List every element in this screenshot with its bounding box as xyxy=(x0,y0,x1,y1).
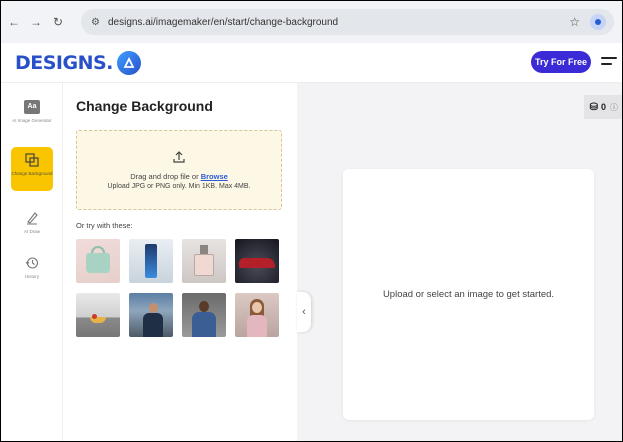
collapse-panel-button[interactable]: ‹ xyxy=(297,292,311,332)
history-icon xyxy=(24,255,40,271)
back-icon[interactable]: ← xyxy=(5,13,23,31)
sidebar-item-history[interactable]: History xyxy=(11,255,53,279)
sample-thumb-perfume[interactable] xyxy=(182,239,226,283)
logo-ai-badge-icon xyxy=(116,51,141,75)
designs-ai-logo[interactable]: DESIGNS. xyxy=(15,51,141,75)
tool-panel: Change Background Drag and drop file or … xyxy=(63,83,297,441)
menu-icon[interactable] xyxy=(601,57,617,69)
dropzone-text: Drag and drop file or xyxy=(130,172,199,181)
sidebar-item-label: History xyxy=(24,274,39,279)
upload-dropzone[interactable]: Drag and drop file or Browse Upload JPG … xyxy=(76,130,282,210)
sample-thumb-man-mountains[interactable] xyxy=(129,293,173,337)
sidebar-item-change-background[interactable]: Change Background xyxy=(11,147,53,191)
sidebar-item-ai-draw[interactable]: AI Draw xyxy=(11,210,53,234)
sample-thumb-smartphone[interactable] xyxy=(129,239,173,283)
browse-link[interactable]: Browse xyxy=(201,172,228,181)
chevron-left-icon: ‹ xyxy=(302,306,306,318)
sidebar-item-label: AI Image Generator xyxy=(12,118,52,123)
aa-icon: Aa xyxy=(24,99,40,115)
reload-icon[interactable]: ↻ xyxy=(49,13,67,31)
address-bar[interactable]: ⚙ designs.ai/imagemaker/en/start/change-… xyxy=(81,9,614,35)
images-icon xyxy=(24,152,40,168)
pen-icon xyxy=(24,210,40,226)
sample-thumb-woman-street[interactable] xyxy=(235,293,279,337)
database-icon: ⛁ xyxy=(589,101,598,113)
sidebar-item-label: AI Draw xyxy=(23,229,40,234)
canvas-area: ⛁ 0 ⓘ Upload or select an image to get s… xyxy=(297,83,622,441)
sidebar-item-ai-image-generator[interactable]: Aa AI Image Generator xyxy=(11,99,53,123)
samples-label: Or try with these: xyxy=(76,221,133,230)
credits-value: 0 xyxy=(600,102,606,112)
site-settings-icon[interactable]: ⚙ xyxy=(91,17,100,28)
sample-thumb-handbag[interactable] xyxy=(76,239,120,283)
upload-placeholder-card: Upload or select an image to get started… xyxy=(343,169,594,420)
sidebar: Aa AI Image Generator Change Background … xyxy=(1,83,63,441)
sidebar-item-label: Change Background xyxy=(11,171,53,176)
upload-icon xyxy=(172,150,186,167)
site-header: DESIGNS. Try For Free xyxy=(1,43,622,83)
page-title: Change Background xyxy=(76,98,213,114)
bookmark-star-icon[interactable]: ☆ xyxy=(569,15,580,29)
sample-grid xyxy=(76,239,282,337)
credits-indicator[interactable]: ⛁ 0 ⓘ xyxy=(583,95,622,119)
sample-thumb-red-car[interactable] xyxy=(235,239,279,283)
browser-toolbar: ← → ↻ ⚙ designs.ai/imagemaker/en/start/c… xyxy=(1,1,622,43)
placeholder-text: Upload or select an image to get started… xyxy=(382,288,555,300)
info-icon[interactable]: ⓘ xyxy=(610,102,618,113)
sample-thumb-man-jacket[interactable] xyxy=(182,293,226,337)
url-text: designs.ai/imagemaker/en/start/change-ba… xyxy=(107,16,339,28)
logo-text: DESIGNS. xyxy=(15,52,113,74)
sample-thumb-kitchen-fruit-bowl[interactable] xyxy=(76,293,120,337)
forward-icon[interactable]: → xyxy=(27,13,45,31)
profile-icon[interactable] xyxy=(590,14,606,30)
dropzone-hint: Upload JPG or PNG only. Min 1KB. Max 4MB… xyxy=(107,183,251,190)
try-for-free-button[interactable]: Try For Free xyxy=(531,51,591,73)
app-frame: ← → ↻ ⚙ designs.ai/imagemaker/en/start/c… xyxy=(0,0,623,442)
